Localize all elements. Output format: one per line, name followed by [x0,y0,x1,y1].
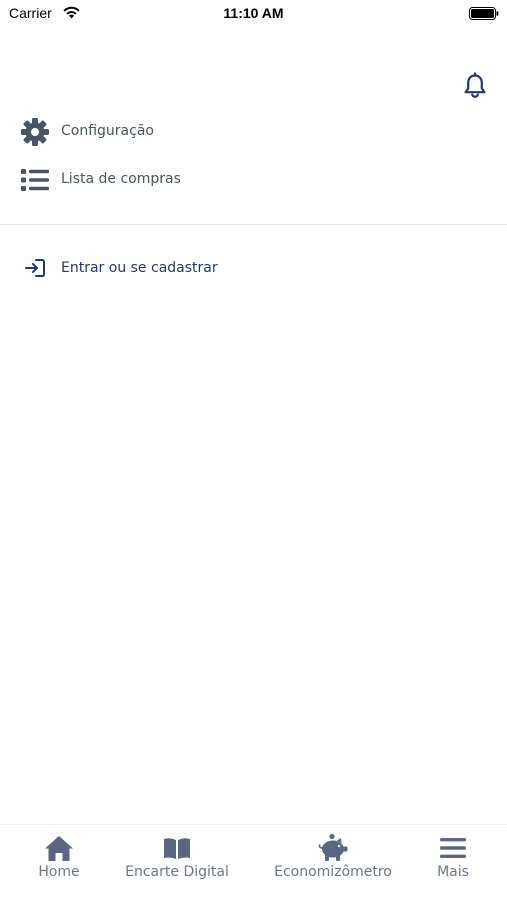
bell-icon[interactable] [462,72,488,100]
battery-icon [469,7,499,20]
tab-mais[interactable]: Mais [418,825,488,901]
tab-encarte-digital[interactable]: Encarte Digital [116,825,238,901]
divider [0,224,507,225]
menu-item-label: Lista de compras [61,171,181,187]
menu-item-lista-de-compras[interactable]: Lista de compras [0,160,507,200]
login-link[interactable]: Entrar ou se cadastrar [0,250,507,286]
home-icon [45,836,73,861]
sign-in-icon [25,259,45,277]
status-time: 11:10 AM [223,5,284,21]
list-icon [21,169,49,191]
piggy-bank-icon [318,833,348,861]
tab-label: Home [38,864,80,880]
menu-item-configuracao[interactable]: Configuração [0,112,507,152]
tab-home[interactable]: Home [14,825,104,901]
menu-item-label: Configuração [61,123,154,139]
gear-icon [21,118,49,146]
tab-economizometro[interactable]: Economizômetro [262,825,404,901]
menu-icon [440,838,466,858]
book-open-icon [164,838,190,859]
tab-label: Mais [437,864,469,880]
tab-bar: Home Encarte Digital Economizômetro Mais [0,824,507,901]
status-bar: Carrier 11:10 AM [0,0,507,28]
tab-label: Encarte Digital [125,864,229,880]
tab-label: Economizômetro [274,864,392,880]
login-link-label: Entrar ou se cadastrar [61,260,218,276]
